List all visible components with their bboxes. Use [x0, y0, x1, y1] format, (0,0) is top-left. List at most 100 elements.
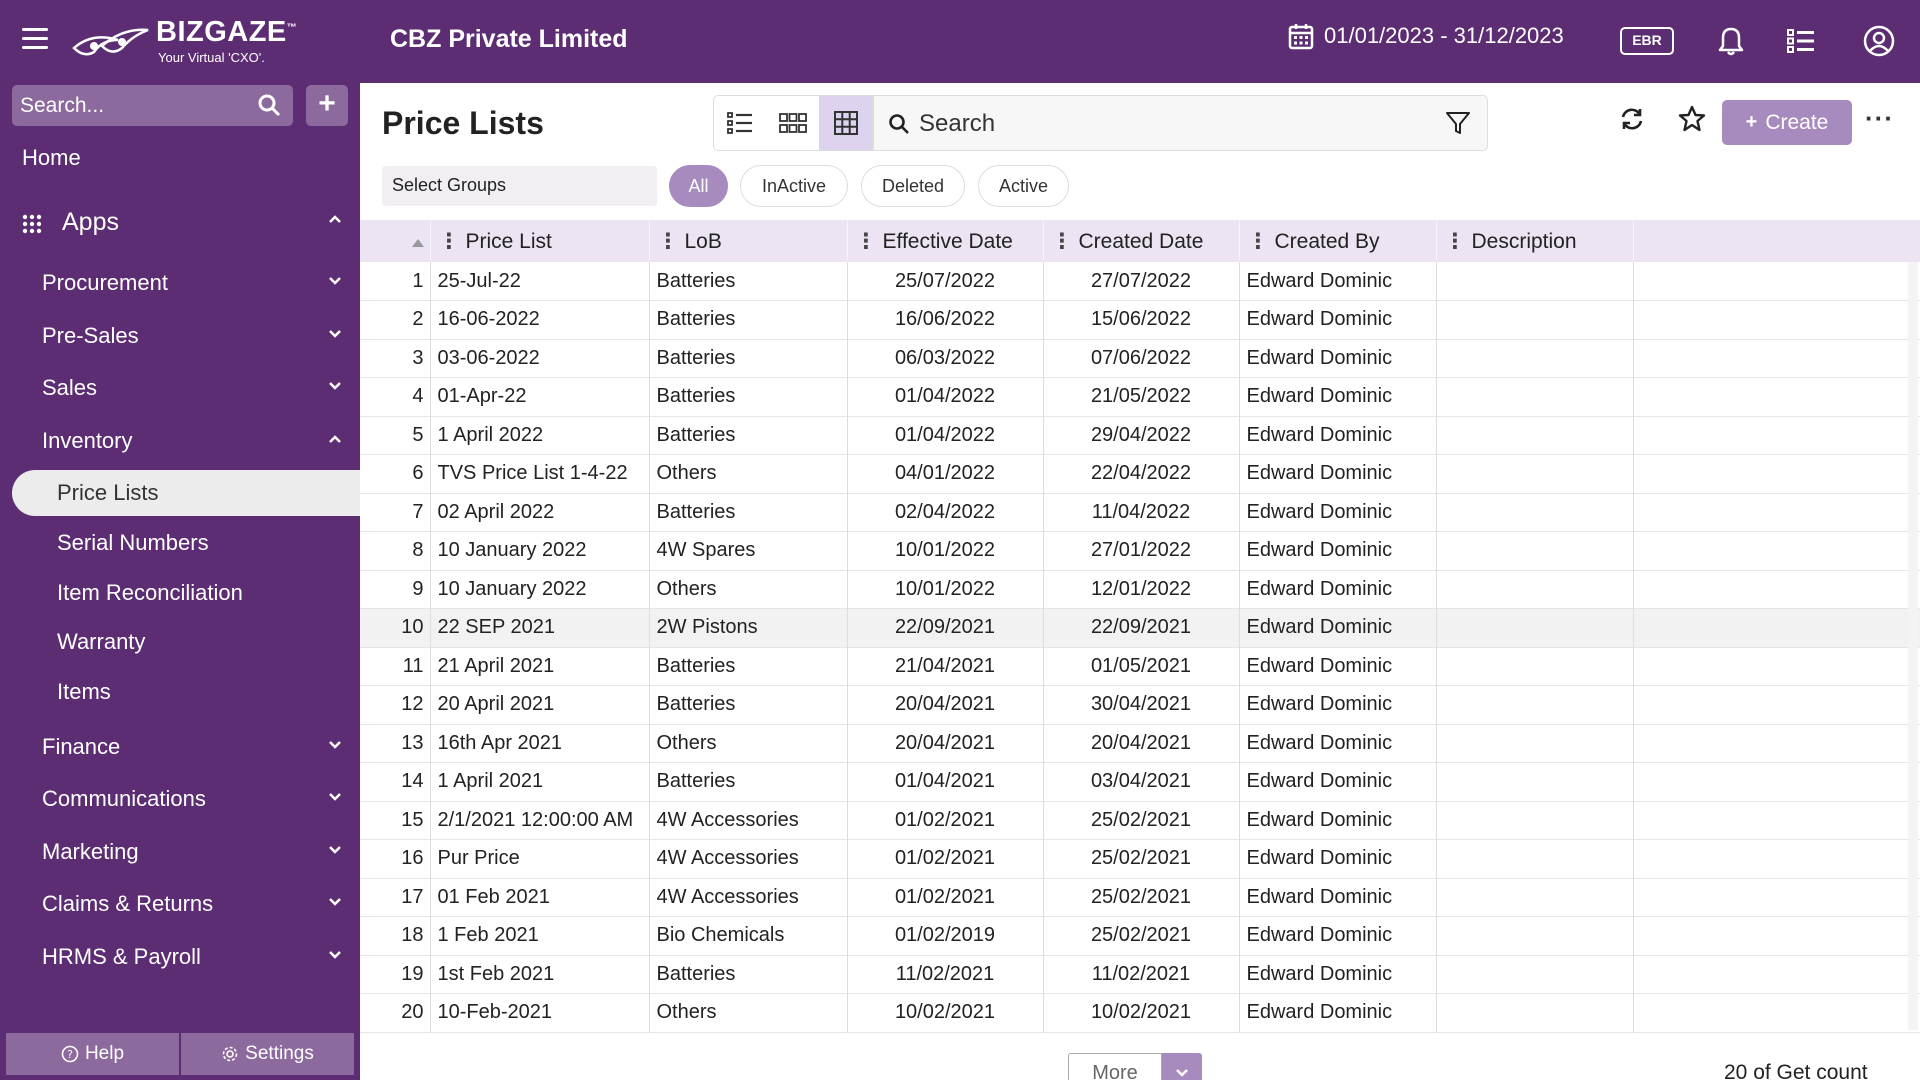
- cell-created-date[interactable]: 15/06/2022: [1043, 300, 1240, 339]
- sort-header[interactable]: [360, 220, 431, 262]
- filter-inactive[interactable]: InActive: [740, 165, 848, 207]
- cell-created-date[interactable]: 10/02/2021: [1043, 993, 1240, 1032]
- table-row[interactable]: 14 1 April 2021 Batteries 01/04/2021 03/04/2…: [360, 762, 1920, 801]
- sidebar-item-marketing[interactable]: Marketing: [42, 839, 342, 869]
- cell-created-date[interactable]: 11/02/2021: [1043, 955, 1240, 994]
- sidebar-subitem-items[interactable]: Items: [57, 679, 111, 705]
- cell-row-number[interactable]: 14: [360, 762, 431, 801]
- sidebar-item-hrms-payroll[interactable]: HRMS & Payroll: [42, 944, 342, 974]
- cell-price-list[interactable]: Pur Price: [430, 839, 650, 878]
- cell-price-list[interactable]: 20 April 2021: [430, 685, 650, 724]
- cell-created-by[interactable]: Edward Dominic: [1239, 416, 1437, 455]
- sidebar-item-sales[interactable]: Sales: [42, 375, 342, 405]
- list-icon[interactable]: [1784, 24, 1818, 58]
- cell-effective-date[interactable]: 10/01/2022: [847, 570, 1044, 609]
- cell-effective-date[interactable]: 01/04/2022: [847, 416, 1044, 455]
- column-menu-icon[interactable]: ⋮: [439, 230, 460, 253]
- cell-description[interactable]: [1436, 570, 1634, 609]
- table-row[interactable]: 15 2/1/2021 12:00:00 AM 4W Accessories 01/0…: [360, 801, 1920, 840]
- cell-row-number[interactable]: 9: [360, 570, 431, 609]
- cell-description[interactable]: [1436, 647, 1634, 686]
- sidebar-item-inventory[interactable]: Inventory: [42, 428, 342, 458]
- table-row[interactable]: 4 01-Apr-22 Batteries 01/04/2022 21/05/2022 E…: [360, 377, 1920, 416]
- cell-row-number[interactable]: 2: [360, 300, 431, 339]
- cell-lob[interactable]: Others: [649, 724, 848, 763]
- cell-description[interactable]: [1436, 685, 1634, 724]
- cell-effective-date[interactable]: 01/02/2019: [847, 916, 1044, 955]
- search-input[interactable]: Search: [873, 95, 1488, 151]
- cell-lob[interactable]: 4W Spares: [649, 531, 848, 570]
- bell-icon[interactable]: [1714, 24, 1748, 58]
- cell-description[interactable]: [1436, 339, 1634, 378]
- record-count[interactable]: 20 of Get count: [1724, 1061, 1868, 1080]
- cell-created-by[interactable]: Edward Dominic: [1239, 377, 1437, 416]
- cell-row-number[interactable]: 19: [360, 955, 431, 994]
- cell-created-date[interactable]: 27/01/2022: [1043, 531, 1240, 570]
- cell-created-by[interactable]: Edward Dominic: [1239, 878, 1437, 917]
- cell-created-by[interactable]: Edward Dominic: [1239, 531, 1437, 570]
- cell-created-date[interactable]: 25/02/2021: [1043, 839, 1240, 878]
- cell-lob[interactable]: Bio Chemicals: [649, 916, 848, 955]
- cell-price-list[interactable]: 03-06-2022: [430, 339, 650, 378]
- cell-effective-date[interactable]: 01/02/2021: [847, 801, 1044, 840]
- cell-row-number[interactable]: 16: [360, 839, 431, 878]
- column-header-created-date[interactable]: ⋮ Created Date: [1043, 220, 1240, 262]
- cell-lob[interactable]: Others: [649, 993, 848, 1032]
- cell-effective-date[interactable]: 02/04/2022: [847, 493, 1044, 532]
- vertical-scrollbar[interactable]: [1908, 262, 1918, 1030]
- help-button[interactable]: ? Help: [6, 1033, 179, 1075]
- sidebar-item-claims-returns[interactable]: Claims & Returns: [42, 891, 342, 921]
- cell-lob[interactable]: 4W Accessories: [649, 839, 848, 878]
- cell-description[interactable]: [1436, 878, 1634, 917]
- cell-price-list[interactable]: 25-Jul-22: [430, 262, 650, 301]
- table-row[interactable]: 2 16-06-2022 Batteries 16/06/2022 15/06/2022…: [360, 300, 1920, 339]
- column-menu-icon[interactable]: ⋮: [856, 230, 877, 253]
- cell-effective-date[interactable]: 01/04/2022: [847, 377, 1044, 416]
- cell-effective-date[interactable]: 04/01/2022: [847, 454, 1044, 493]
- cell-lob[interactable]: Batteries: [649, 300, 848, 339]
- table-row[interactable]: 18 1 Feb 2021 Bio Chemicals 01/02/2019 25/02…: [360, 916, 1920, 955]
- sidebar-search-input[interactable]: Search...: [12, 85, 293, 126]
- cell-lob[interactable]: Batteries: [649, 955, 848, 994]
- ebr-badge[interactable]: EBR: [1620, 27, 1674, 55]
- cell-created-date[interactable]: 29/04/2022: [1043, 416, 1240, 455]
- cell-price-list[interactable]: 02 April 2022: [430, 493, 650, 532]
- cell-row-number[interactable]: 20: [360, 993, 431, 1032]
- cell-lob[interactable]: 4W Accessories: [649, 801, 848, 840]
- cell-price-list[interactable]: TVS Price List 1-4-22: [430, 454, 650, 493]
- table-row[interactable]: 12 20 April 2021 Batteries 20/04/2021 30/04/…: [360, 685, 1920, 724]
- filter-all[interactable]: All: [669, 165, 728, 207]
- cell-lob[interactable]: Others: [649, 454, 848, 493]
- cell-row-number[interactable]: 13: [360, 724, 431, 763]
- sidebar-item-finance[interactable]: Finance: [42, 734, 342, 764]
- cell-row-number[interactable]: 5: [360, 416, 431, 455]
- cell-created-by[interactable]: Edward Dominic: [1239, 454, 1437, 493]
- cell-created-date[interactable]: 01/05/2021: [1043, 647, 1240, 686]
- cell-effective-date[interactable]: 10/02/2021: [847, 993, 1044, 1032]
- refresh-icon[interactable]: [1618, 105, 1646, 133]
- table-row[interactable]: 17 01 Feb 2021 4W Accessories 01/02/2021 25/…: [360, 878, 1920, 917]
- cell-price-list[interactable]: 1st Feb 2021: [430, 955, 650, 994]
- table-row[interactable]: 7 02 April 2022 Batteries 02/04/2022 11/04/2…: [360, 493, 1920, 532]
- cell-lob[interactable]: 4W Accessories: [649, 878, 848, 917]
- column-menu-icon[interactable]: ⋮: [1248, 230, 1269, 253]
- column-menu-icon[interactable]: ⋮: [1052, 230, 1073, 253]
- cell-created-by[interactable]: Edward Dominic: [1239, 608, 1437, 647]
- sidebar-subitem-price-lists[interactable]: Price Lists: [12, 470, 360, 516]
- cell-created-date[interactable]: 12/01/2022: [1043, 570, 1240, 609]
- cell-created-date[interactable]: 11/04/2022: [1043, 493, 1240, 532]
- grid-view-button[interactable]: [819, 96, 873, 150]
- cell-lob[interactable]: Batteries: [649, 339, 848, 378]
- sidebar-item-communications[interactable]: Communications: [42, 786, 342, 816]
- column-header-description[interactable]: ⋮ Description: [1436, 220, 1634, 262]
- create-button[interactable]: + Create: [1722, 100, 1852, 145]
- cell-effective-date[interactable]: 22/09/2021: [847, 608, 1044, 647]
- cell-description[interactable]: [1436, 608, 1634, 647]
- sidebar-subitem-item-reconciliation[interactable]: Item Reconciliation: [57, 580, 243, 606]
- cell-description[interactable]: [1436, 493, 1634, 532]
- table-row[interactable]: 9 10 January 2022 Others 10/01/2022 12/01/20…: [360, 570, 1920, 609]
- cell-created-by[interactable]: Edward Dominic: [1239, 916, 1437, 955]
- table-row[interactable]: 8 10 January 2022 4W Spares 10/01/2022 27/01…: [360, 531, 1920, 570]
- cell-created-date[interactable]: 25/02/2021: [1043, 801, 1240, 840]
- cell-description[interactable]: [1436, 416, 1634, 455]
